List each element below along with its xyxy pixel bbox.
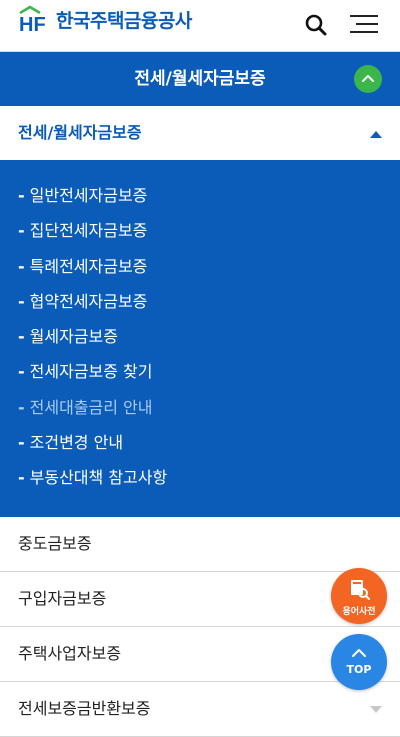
submenu-item-special[interactable]: - 특례전세자금보증 — [0, 249, 400, 284]
glossary-book-icon — [351, 580, 370, 600]
logo-name: 한국주택금융공사 — [56, 9, 192, 32]
caret-down-icon — [370, 706, 382, 713]
section-label: 구입자금보증 — [18, 589, 107, 608]
hf-logo-mark: HF — [18, 5, 50, 36]
glossary-label: 용어사전 — [342, 607, 376, 617]
section-interim-payment[interactable]: 중도금보증 — [0, 517, 400, 572]
chevron-up-icon — [362, 75, 374, 82]
caret-up-icon — [370, 131, 382, 138]
scroll-top-label: TOP — [346, 663, 372, 676]
search-icon — [305, 14, 327, 36]
submenu-item-real-estate-policy[interactable]: - 부동산대책 참고사항 — [0, 460, 400, 495]
glossary-button[interactable]: 용어사전 — [331, 568, 387, 624]
section-label: 중도금보증 — [18, 534, 92, 553]
page-title: 전세/월세자금보증 — [134, 69, 266, 89]
submenu-item-agreement[interactable]: - 협약전세자금보증 — [0, 284, 400, 319]
section-label: 전세/월세자금보증 — [18, 123, 142, 142]
header: HF 한국주택금융공사 — [0, 0, 400, 52]
hamburger-menu-icon — [350, 15, 378, 17]
submenu: - 일반전세자금보증 - 집단전세자금보증 - 특례전세자금보증 - 협약전세자금보증 … — [0, 161, 400, 517]
scroll-top-button[interactable]: TOP — [331, 634, 387, 690]
submenu-item-interest-rate[interactable]: - 전세대출금리 안내 — [0, 390, 400, 425]
submenu-item-condition-change[interactable]: - 조건변경 안내 — [0, 425, 400, 460]
hf-logo-icon: HF — [19, 5, 46, 36]
logo[interactable]: HF 한국주택금융공사 — [18, 4, 192, 36]
section-deposit-return[interactable]: 전세보증금반환보증 — [0, 682, 400, 737]
submenu-item-monthly-rent[interactable]: - 월세자금보증 — [0, 319, 400, 354]
search-button[interactable] — [302, 11, 330, 39]
page-title-bar: 전세/월세자금보증 — [0, 52, 400, 106]
submenu-item-group[interactable]: - 집단전세자금보증 — [0, 213, 400, 248]
collapse-button[interactable] — [354, 65, 382, 93]
submenu-item-general[interactable]: - 일반전세자금보증 — [0, 178, 400, 213]
section-label: 주택사업자보증 — [18, 644, 122, 663]
submenu-item-find[interactable]: - 전세자금보증 찾기 — [0, 354, 400, 389]
section-label: 전세보증금반환보증 — [18, 699, 151, 718]
logo-mark-text: HF — [19, 14, 46, 33]
arrow-up-icon — [352, 649, 366, 657]
section-jeonse-wolse[interactable]: 전세/월세자금보증 — [0, 106, 400, 161]
menu-button[interactable] — [346, 12, 378, 36]
